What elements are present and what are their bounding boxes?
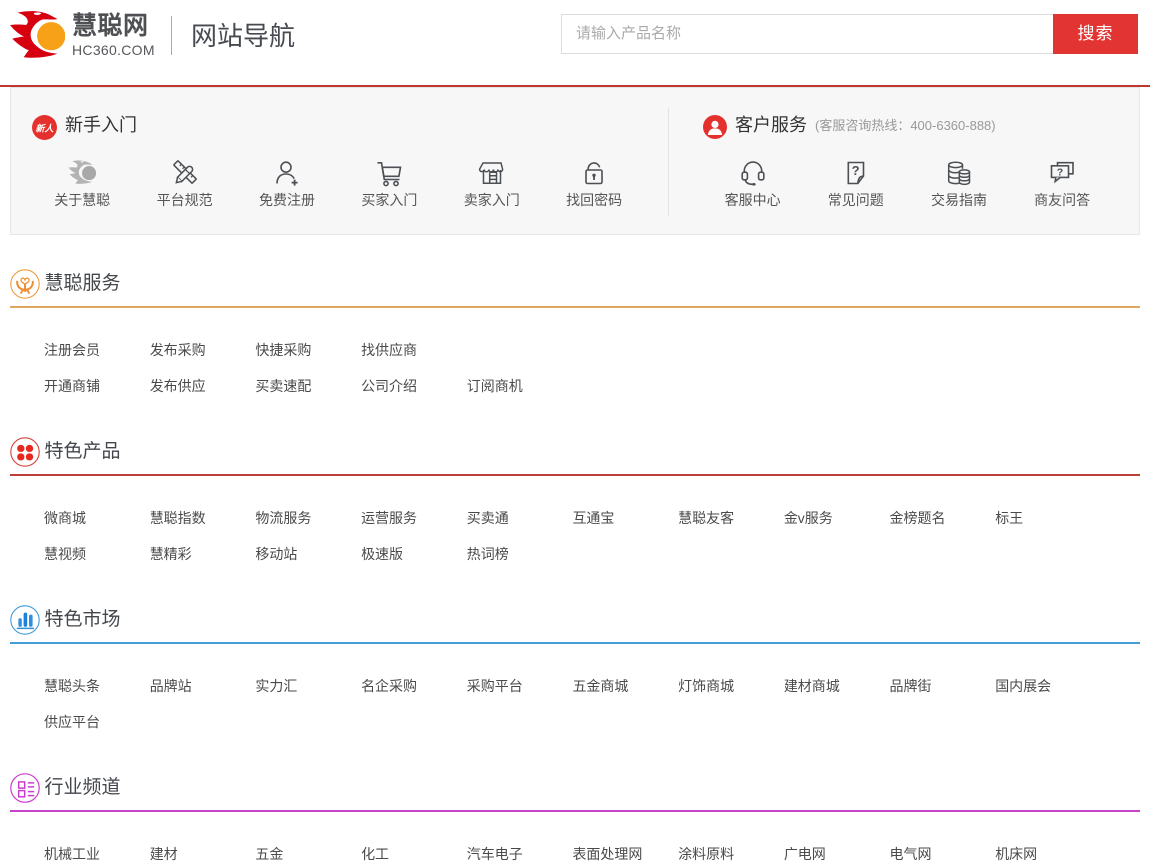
svg-text:新人: 新人 bbox=[35, 123, 54, 133]
svg-text:?: ? bbox=[851, 163, 859, 178]
svg-text:?: ? bbox=[1057, 166, 1063, 178]
